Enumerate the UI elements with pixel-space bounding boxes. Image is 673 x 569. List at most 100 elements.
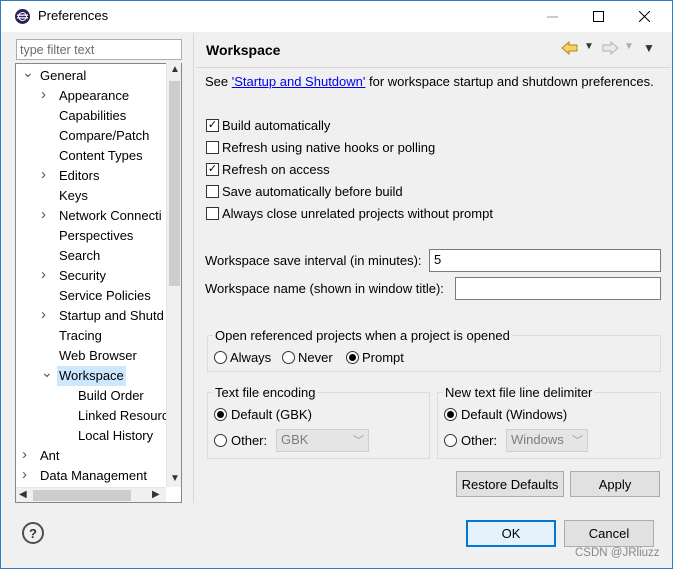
encoding-other-radio[interactable] bbox=[214, 434, 227, 447]
tree-item-label: Linked Resourc bbox=[78, 408, 169, 423]
tree-item-label: Build Order bbox=[78, 388, 144, 403]
delimiter-other-radio[interactable] bbox=[444, 434, 457, 447]
tree-item-label: Perspectives bbox=[59, 228, 134, 243]
tree-horizontal-scrollbar[interactable]: ◀ ▶ bbox=[16, 487, 166, 502]
checkbox[interactable]: ✓ bbox=[206, 163, 219, 176]
maximize-button[interactable] bbox=[575, 1, 621, 32]
tree-item-label: Compare/Patch bbox=[59, 128, 150, 143]
watermark-text: CSDN @JRliuzz bbox=[575, 547, 660, 559]
back-dropdown-icon[interactable]: ▼ bbox=[584, 41, 594, 52]
open-referenced-option-label: Never bbox=[298, 350, 333, 365]
tree-item[interactable]: Perspectives bbox=[16, 226, 166, 246]
checkbox-label: Refresh on access bbox=[222, 162, 330, 177]
tree-item[interactable]: Linked Resourc bbox=[16, 406, 169, 426]
restore-defaults-button[interactable]: Restore Defaults bbox=[456, 471, 564, 497]
apply-button[interactable]: Apply bbox=[570, 471, 660, 497]
checkbox[interactable] bbox=[206, 207, 219, 220]
startup-shutdown-link[interactable]: 'Startup and Shutdown' bbox=[232, 74, 366, 89]
preferences-tree[interactable]: ⌄ General › Appearance Capabilities Compare/P… bbox=[15, 63, 182, 503]
intro-prefix: See bbox=[205, 74, 232, 89]
scroll-left-icon[interactable]: ◀ bbox=[19, 489, 27, 500]
open-referenced-radio[interactable] bbox=[214, 351, 227, 364]
checkbox[interactable]: ✓ bbox=[206, 119, 219, 132]
workspace-name-input[interactable] bbox=[455, 277, 661, 300]
delimiter-default-radio[interactable] bbox=[444, 408, 457, 421]
scroll-up-icon[interactable]: ▲ bbox=[170, 64, 180, 75]
open-referenced-radio[interactable] bbox=[346, 351, 359, 364]
view-menu-icon[interactable]: ▼ bbox=[643, 41, 655, 55]
preferences-dialog: Preferences ⌄ General › Appearance Capabilit… bbox=[0, 0, 673, 569]
checkbox[interactable] bbox=[206, 185, 219, 198]
help-icon[interactable]: ? bbox=[22, 522, 44, 544]
tree-item[interactable]: Tracing bbox=[16, 326, 166, 346]
forward-dropdown-icon[interactable]: ▼ bbox=[624, 41, 634, 52]
tree-item[interactable]: Search bbox=[16, 246, 166, 266]
chevron-right-icon[interactable]: › bbox=[41, 205, 51, 225]
tree-item[interactable]: ⌄ Workspace bbox=[16, 364, 166, 386]
chevron-down-icon[interactable]: ⌄ bbox=[41, 362, 53, 382]
back-arrow-icon[interactable] bbox=[561, 41, 579, 55]
chevron-down-icon: ﹀ bbox=[572, 435, 583, 447]
tree-item-label: Content Types bbox=[59, 148, 143, 163]
delimiter-select[interactable]: Windows ﹀ bbox=[506, 429, 588, 452]
maximize-icon bbox=[592, 11, 604, 22]
tree-item[interactable]: Build Order bbox=[16, 386, 166, 406]
tree-item[interactable]: Capabilities bbox=[16, 106, 166, 126]
save-interval-input[interactable]: 5 bbox=[429, 249, 661, 272]
tree-item-label: Service Policies bbox=[59, 288, 151, 303]
tree-item[interactable]: › Editors bbox=[16, 166, 166, 186]
tree-item-label: Security bbox=[59, 268, 106, 283]
scroll-thumb-horizontal[interactable] bbox=[33, 490, 131, 501]
page-header: Workspace bbox=[196, 33, 666, 67]
open-referenced-group-title: Open referenced projects when a project … bbox=[213, 328, 512, 343]
tree-vertical-scrollbar[interactable]: ▲ ▼ bbox=[166, 63, 181, 487]
chevron-right-icon[interactable]: › bbox=[41, 265, 51, 285]
close-button[interactable] bbox=[621, 1, 667, 32]
cancel-button[interactable]: Cancel bbox=[564, 520, 654, 547]
scroll-right-icon[interactable]: ▶ bbox=[152, 489, 160, 500]
tree-item[interactable]: › Startup and Shutd bbox=[16, 306, 166, 326]
minimize-icon bbox=[546, 16, 558, 18]
title-bar[interactable]: Preferences bbox=[1, 1, 672, 32]
tree-item[interactable]: Service Policies bbox=[16, 286, 166, 306]
save-interval-label: Workspace save interval (in minutes): bbox=[205, 253, 422, 268]
minimize-button[interactable] bbox=[529, 1, 575, 32]
filter-input[interactable] bbox=[16, 39, 182, 60]
open-referenced-radio[interactable] bbox=[282, 351, 295, 364]
scroll-thumb[interactable] bbox=[169, 81, 180, 286]
tree-item[interactable]: Web Browser bbox=[16, 346, 166, 366]
tree-item-label: Search bbox=[59, 248, 101, 263]
tree-item[interactable]: Local History bbox=[16, 426, 166, 446]
chevron-right-icon[interactable]: › bbox=[41, 85, 51, 105]
encoding-default-radio[interactable] bbox=[214, 408, 227, 421]
ok-button[interactable]: OK bbox=[466, 520, 556, 547]
chevron-down-icon[interactable]: ⌄ bbox=[22, 64, 34, 82]
tree-item-label: General bbox=[40, 68, 87, 83]
tree-item[interactable]: ⌄ General bbox=[16, 64, 166, 86]
encoding-select[interactable]: GBK ﹀ bbox=[276, 429, 369, 452]
tree-item[interactable]: Keys bbox=[16, 186, 166, 206]
intro-suffix: for workspace startup and shutdown prefe… bbox=[365, 74, 654, 89]
chevron-right-icon[interactable]: › bbox=[41, 305, 51, 325]
checkbox[interactable] bbox=[206, 141, 219, 154]
tree-item-label: Capabilities bbox=[59, 108, 127, 123]
checkbox-label: Save automatically before build bbox=[222, 184, 403, 199]
tree-item-label: Appearance bbox=[59, 88, 130, 103]
forward-arrow-icon[interactable] bbox=[601, 41, 619, 55]
tree-item[interactable]: › Data Management bbox=[16, 466, 166, 486]
chevron-right-icon[interactable]: › bbox=[22, 445, 32, 465]
eclipse-app-icon bbox=[15, 9, 30, 24]
tree-item[interactable]: Content Types bbox=[16, 146, 166, 166]
tree-item[interactable]: › Security bbox=[16, 266, 166, 286]
delimiter-select-value: Windows bbox=[511, 432, 564, 447]
tree-item[interactable]: › Ant bbox=[16, 446, 166, 466]
tree-item[interactable]: › Appearance bbox=[16, 86, 166, 106]
page-title: Workspace bbox=[206, 42, 281, 58]
scroll-down-icon[interactable]: ▼ bbox=[170, 473, 180, 484]
tree-item[interactable]: › Network Connecti bbox=[16, 206, 166, 226]
tree-item-label: Keys bbox=[59, 188, 88, 203]
chevron-right-icon[interactable]: › bbox=[41, 165, 51, 185]
chevron-right-icon[interactable]: › bbox=[22, 465, 32, 485]
header-separator bbox=[196, 67, 671, 68]
tree-item[interactable]: Compare/Patch bbox=[16, 126, 166, 146]
